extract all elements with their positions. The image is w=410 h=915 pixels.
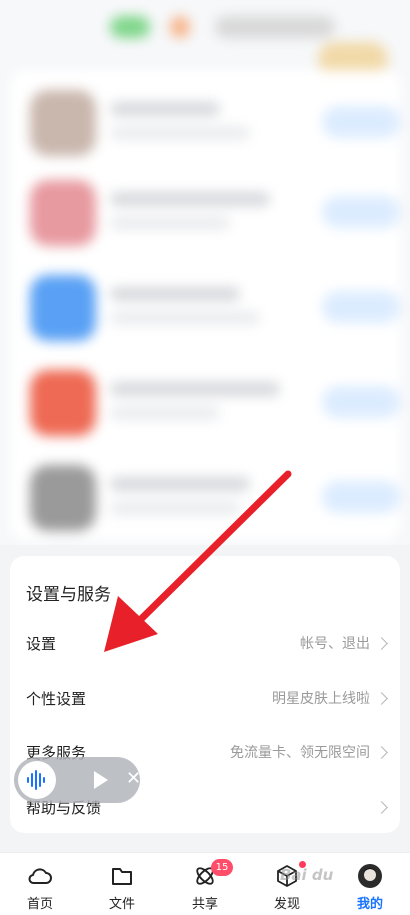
section-title: 设置与服务: [26, 585, 111, 605]
nav-label: 发现: [273, 897, 300, 912]
row-label: 个性设置: [26, 689, 87, 708]
nav-item-share[interactable]: 15 共享: [175, 859, 235, 913]
list-item: [30, 360, 400, 440]
blurred-content-area: [0, 0, 410, 545]
list-item: [30, 455, 400, 535]
nav-label: 首页: [26, 897, 53, 912]
close-icon[interactable]: ✕: [126, 768, 141, 790]
status-pill: [110, 16, 150, 38]
notification-badge: 15: [211, 859, 233, 876]
bottom-nav: 首页 文件 15 共享 发现 我的: [0, 852, 410, 915]
audio-wave-button[interactable]: [18, 761, 56, 799]
chevron-right-icon: [375, 800, 388, 814]
row-detail: 帐号、退出: [300, 636, 370, 652]
settings-row-personalization[interactable]: 个性设置 明星皮肤上线啦: [10, 671, 400, 725]
chevron-right-icon: [375, 745, 388, 759]
play-icon[interactable]: [94, 771, 108, 789]
nav-label: 共享: [191, 897, 218, 912]
blurred-card: [10, 70, 400, 540]
soundwave-icon: [27, 770, 45, 790]
list-item: [30, 170, 400, 250]
nav-item-mine[interactable]: 我的: [340, 861, 400, 913]
cloud-icon: [28, 868, 52, 884]
nav-item-home[interactable]: 首页: [10, 861, 70, 913]
floating-audio-player: ✕: [14, 757, 141, 803]
avatar-icon: [358, 864, 382, 888]
status-pill: [170, 16, 190, 38]
row-detail: 免流量卡、领无限空间: [230, 745, 370, 761]
list-item: [30, 265, 400, 345]
row-label: 设置: [26, 634, 57, 653]
chevron-right-icon: [375, 636, 388, 650]
folder-icon: [112, 868, 132, 885]
watermark: Bai du: [280, 866, 334, 884]
nav-label: 我的: [356, 897, 383, 912]
nav-item-files[interactable]: 文件: [92, 861, 152, 913]
row-detail: 明星皮肤上线啦: [272, 691, 370, 707]
nav-label: 文件: [108, 897, 135, 912]
list-item: [30, 80, 400, 160]
settings-row-settings[interactable]: 设置 帐号、退出: [10, 616, 400, 670]
chevron-right-icon: [375, 691, 388, 705]
status-pill: [215, 16, 335, 38]
